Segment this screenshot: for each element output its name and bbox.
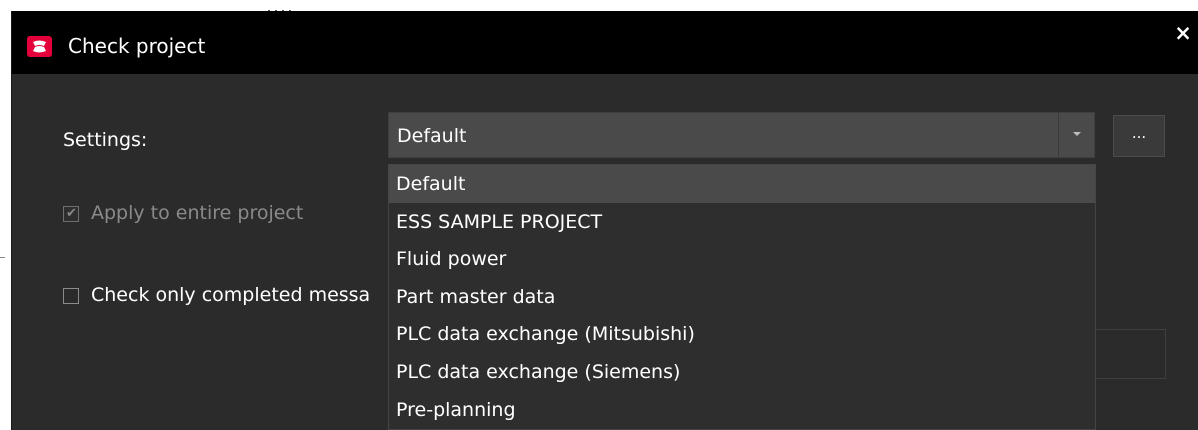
dialog-title: Check project (68, 34, 206, 58)
settings-selected-value: Default (397, 125, 467, 147)
dropdown-option[interactable]: PLC data exchange (Mitsubishi) (389, 315, 1095, 353)
check-project-dialog: Check project × Settings: Default ... ✔ … (11, 11, 1198, 430)
apply-entire-project-label: Apply to entire project (91, 202, 304, 224)
dropdown-option[interactable]: Pre-planning (389, 391, 1095, 429)
dialog-titlebar: Check project × (12, 11, 1198, 74)
settings-dropdown-list: Default ESS SAMPLE PROJECT Fluid power P… (388, 164, 1096, 430)
dropdown-option[interactable]: Default (389, 165, 1095, 203)
chevron-down-icon[interactable] (1058, 113, 1094, 157)
settings-dropdown[interactable]: Default (388, 112, 1095, 158)
settings-label: Settings: (63, 129, 148, 151)
background-toolbar-fragment (268, 0, 338, 15)
dropdown-option[interactable]: Fluid power (389, 240, 1095, 278)
background-divider (0, 257, 5, 258)
close-button[interactable]: × (1171, 21, 1195, 45)
checkbox-checked-icon: ✔ (63, 206, 79, 222)
dropdown-option[interactable]: PLC data exchange (Siemens) (389, 353, 1095, 391)
check-only-completed-label: Check only completed messa (91, 284, 371, 306)
dropdown-option[interactable]: Part master data (389, 278, 1095, 316)
app-logo-icon (27, 36, 52, 57)
checkbox-unchecked-icon (63, 288, 79, 304)
settings-more-button[interactable]: ... (1113, 115, 1165, 157)
dropdown-option[interactable]: ESS SAMPLE PROJECT (389, 203, 1095, 241)
background-window (0, 0, 1198, 11)
